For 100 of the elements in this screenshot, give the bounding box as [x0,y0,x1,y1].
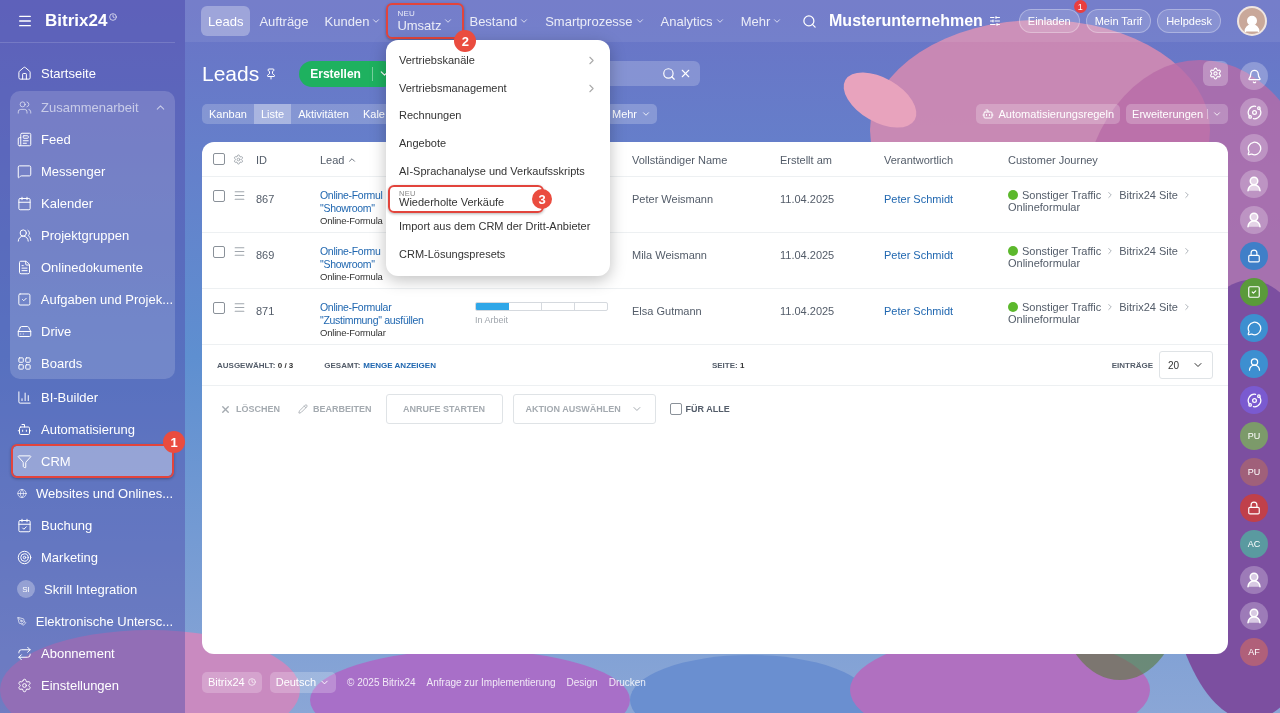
select-all-checkbox[interactable] [213,153,225,165]
brand-logo: Bitrix24 [45,11,108,31]
nav-tab[interactable]: Leads [201,6,251,36]
view-tab[interactable]: Kanban [202,104,254,124]
nav-tab[interactable]: Aufträge [252,6,316,36]
bell-icon[interactable] [1240,62,1268,90]
footer-link[interactable]: Design [566,676,598,688]
lead-link[interactable]: Online-Formu "Showroom" [320,245,381,271]
nav-tab[interactable]: Smartprozesse [538,6,652,36]
sidebar-item[interactable]: Marketing [12,541,173,573]
menu-item-icon [17,355,32,371]
automation-button[interactable]: Automatisierungsregeln [976,104,1121,124]
drag-handle-icon[interactable] [233,189,246,202]
user-avatar[interactable] [1240,602,1268,630]
sidebar-item[interactable]: Feed [12,123,173,155]
column-header[interactable]: Customer Journey [1008,154,1098,166]
user-avatar[interactable] [1240,170,1268,198]
sidebar-item[interactable]: Projektgruppen [12,219,173,251]
lead-source: Online-Formula [320,215,383,226]
sidebar-item[interactable]: Aufgaben und Projek... [12,283,173,315]
sidebar-item[interactable]: Drive [12,315,173,347]
page-number: SEITE: 1 [711,360,745,370]
nav-tab[interactable]: Kunden [317,6,389,36]
sidebar-item[interactable]: Startseite [12,57,173,89]
journey-step: Sonstiger Traffic [1022,245,1102,257]
sidebar-item[interactable]: Einstellungen [12,669,173,701]
extensions-button[interactable]: Erweiterungen [1126,104,1228,124]
sidebar-item[interactable]: Buchung [12,509,173,541]
sidebar-item[interactable]: BI-Builder [12,381,173,413]
chevron-icon [714,16,725,26]
chevron-icon [1182,190,1192,200]
chevron-icon [641,109,652,119]
page-title: Leads [202,61,260,86]
sidebar-item[interactable]: Websites und Onlines... [12,477,173,509]
menu-icon[interactable] [17,13,33,29]
row-checkbox[interactable] [213,189,225,202]
sidebar-item[interactable]: Elektronische Untersc... [12,605,173,637]
settings-icon[interactable] [988,15,1001,27]
lead-source: Online-Formula [320,271,383,282]
close-icon [220,403,231,415]
sidebar-item[interactable]: SI Skrill Integration [12,573,173,605]
nav-tab[interactable]: Analytics [653,6,732,36]
sidebar-item[interactable]: Abonnement [12,637,173,669]
menu-item-icon [17,677,32,693]
chevron-icon [1212,109,1222,119]
sidebar-item[interactable]: Onlinedokumente [12,251,173,283]
owner-link[interactable]: Peter Schmidt [884,305,954,317]
user-avatar[interactable] [1240,206,1268,234]
journey-step: Onlineformular [1008,257,1081,269]
per-page-select[interactable]: 20 [1159,351,1213,379]
footer-link[interactable]: Drucken [608,676,646,688]
avatar-initials: SI [17,580,35,598]
user-avatar[interactable] [1240,566,1268,594]
menu-item-icon [17,291,32,307]
lead-link[interactable]: Online-Formul "Showroom" [320,189,383,215]
menu-item-icon [17,517,32,533]
column-header[interactable]: Erstellt am [780,154,832,166]
table-cell: Elsa Gutmann [632,305,702,317]
clock-icon [109,13,118,21]
row-checkbox[interactable] [213,245,225,258]
company-name[interactable]: Musterunternehmen [829,12,983,30]
menu-item[interactable]: AI-Sprachanalyse und Verkaufsskripts [386,157,610,186]
menu-item-icon [17,195,32,211]
sidebar-item[interactable]: Kalender [12,187,173,219]
menu-item[interactable]: CRM-Lösungspresets [386,240,610,269]
search-icon[interactable] [802,13,818,29]
sidebar-group-header[interactable]: Zusammenarbeit [12,91,173,123]
column-header[interactable]: Lead [320,154,358,166]
for-all-checkbox[interactable]: FÜR ALLE [669,403,730,415]
header-button[interactable]: Mein Tarif [1085,9,1152,33]
language-select[interactable]: Deutsch [269,671,337,693]
view-tab[interactable]: Liste [253,104,292,124]
row-checkbox[interactable] [213,301,225,314]
table-cell: 871 [256,305,275,317]
settings-button[interactable] [1203,61,1228,86]
column-header[interactable]: Vollständiger Name [632,154,728,166]
lead-link[interactable]: Online-Formular "Zustimmung" ausfüllen [320,301,424,327]
drag-handle-icon[interactable] [233,245,246,258]
drag-handle-icon[interactable] [233,301,246,314]
footer-link[interactable]: Anfrage zur Implementierung [426,676,556,688]
header-button[interactable]: Helpdesk [1157,9,1221,33]
spiral-icon[interactable] [1240,98,1268,126]
owner-link[interactable]: Peter Schmidt [884,193,954,205]
menu-item[interactable]: Angebote [386,130,610,158]
sidebar-item[interactable]: Boards [12,347,173,379]
nav-tab[interactable]: Mehr [733,6,790,36]
selected-count: AUSGEWÄHLT: 0 / 3 [217,360,294,370]
pencil-icon [298,404,308,414]
show-count-link[interactable]: MENGE ANZEIGEN [363,360,436,370]
owner-link[interactable]: Peter Schmidt [884,249,954,261]
pin-icon[interactable] [265,67,278,80]
column-header[interactable]: Verantwortlich [884,154,954,166]
per-page-label: EINTRÄGE [1111,360,1153,370]
sidebar-item[interactable]: Messenger [12,155,173,187]
column-header[interactable]: ID [256,154,267,166]
settings-icon[interactable] [233,153,244,165]
chat-icon[interactable] [1240,134,1268,162]
menu-item[interactable]: Import aus dem CRM der Dritt-Anbieter [386,213,610,241]
brand-button[interactable]: Bitrix24 [202,671,262,693]
view-tab[interactable]: Aktivitäten [291,104,356,124]
